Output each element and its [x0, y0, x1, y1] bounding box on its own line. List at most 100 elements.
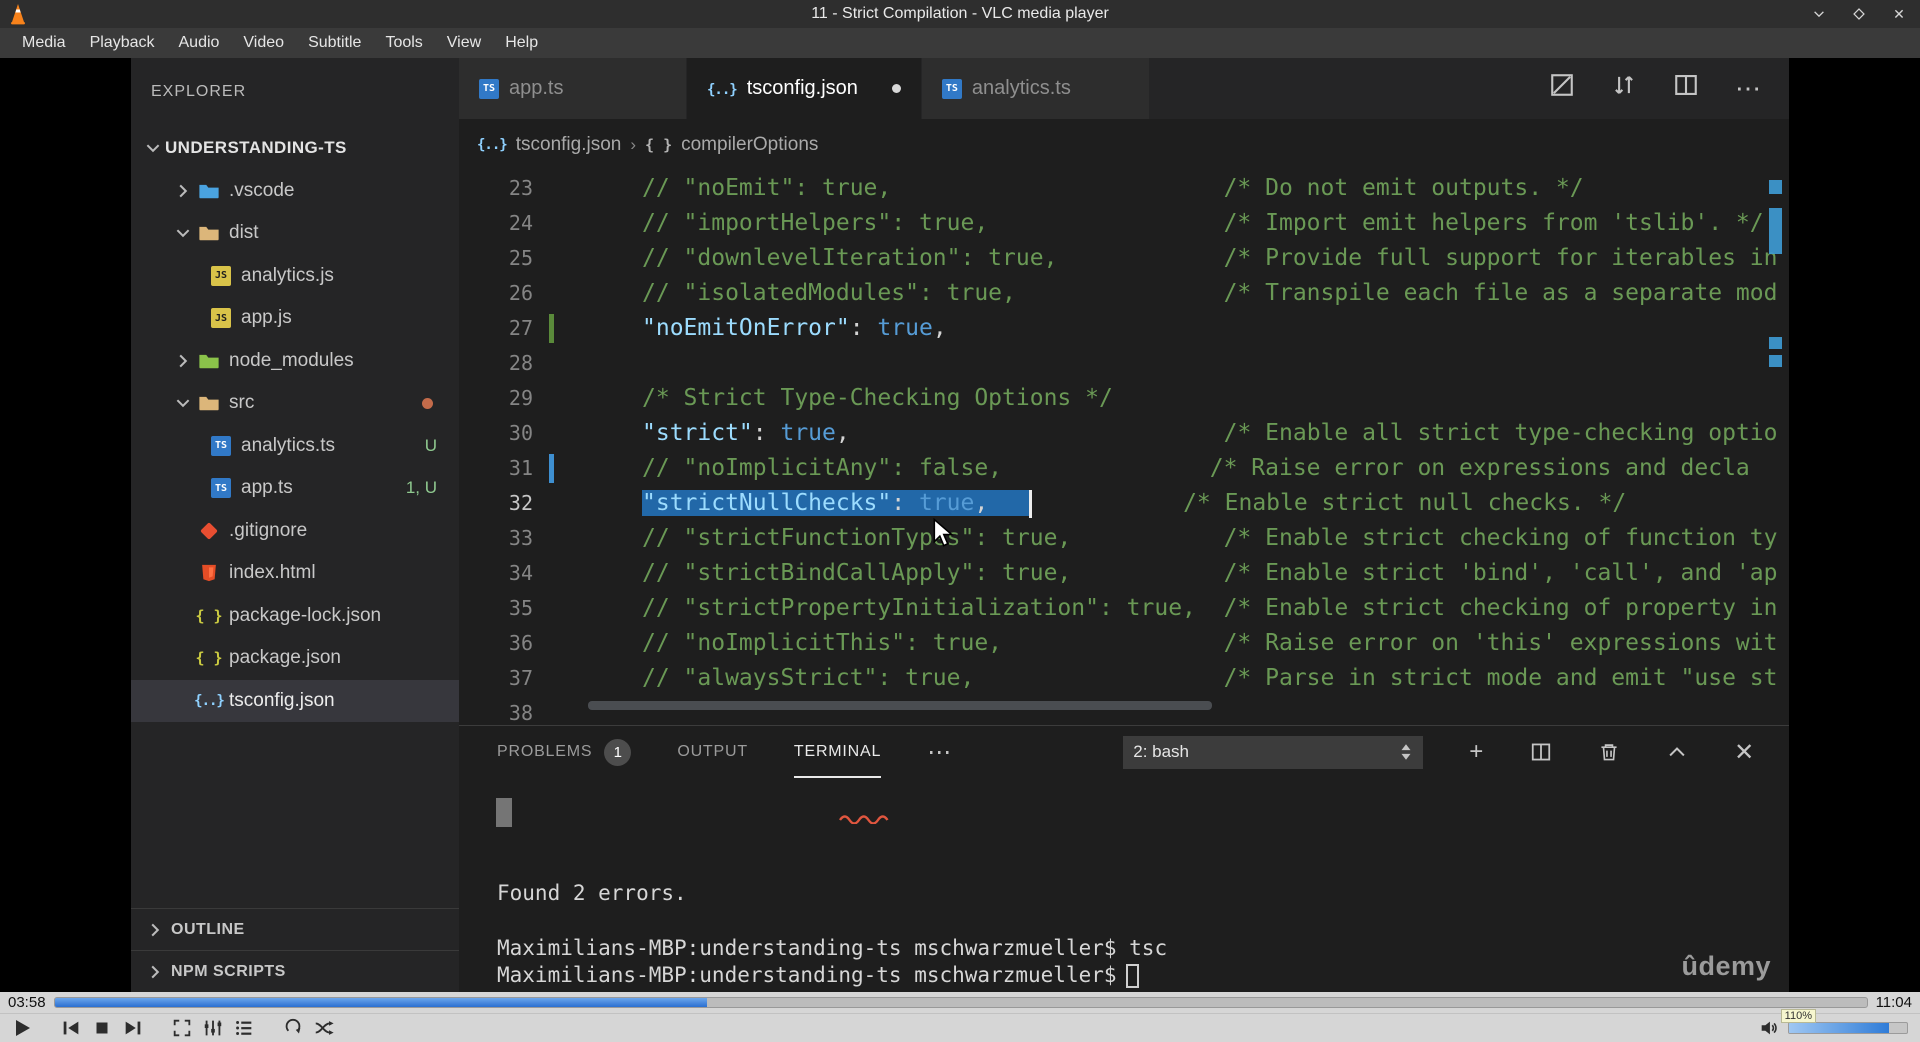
- split-editor-icon[interactable]: [1673, 72, 1699, 105]
- play-icon[interactable]: [8, 1015, 35, 1042]
- code-line[interactable]: 31 // "noImplicitAny": false, /* Raise er…: [459, 451, 1789, 486]
- code-line[interactable]: 26 // "isolatedModules": true, /* Transpi…: [459, 276, 1789, 311]
- panel-tab-problems[interactable]: PROBLEMS 1: [497, 726, 632, 778]
- more-actions-icon[interactable]: ⋯: [1735, 73, 1761, 104]
- select-arrows-icon: [1401, 744, 1411, 760]
- code-line[interactable]: 33 // "strictFunctionTypes": true, /* Ena…: [459, 521, 1789, 556]
- menu-item-view[interactable]: View: [435, 28, 493, 58]
- chevron-right-icon: [171, 352, 195, 370]
- breadcrumb[interactable]: {..} tsconfig.json › { } compilerOptions: [459, 119, 1789, 171]
- next-icon[interactable]: [119, 1015, 146, 1042]
- section-label: OUTLINE: [171, 920, 245, 938]
- maximize-icon[interactable]: [1850, 5, 1868, 23]
- split-terminal-icon[interactable]: [1530, 741, 1552, 763]
- tree-item-analytics-ts[interactable]: TS analytics.ts U: [131, 425, 459, 468]
- problems-count-badge: 1: [604, 738, 632, 766]
- tree-item-app-ts[interactable]: TS app.ts 1, U: [131, 467, 459, 510]
- tree-item-dist[interactable]: dist: [131, 212, 459, 255]
- horizontal-scrollbar[interactable]: [588, 701, 1212, 710]
- code-line[interactable]: 35 // "strictPropertyInitialization": tru…: [459, 591, 1789, 626]
- code-editor[interactable]: 23 // "noEmit": true, /* Do not emit outp…: [459, 171, 1789, 731]
- extended-settings-icon[interactable]: [199, 1015, 226, 1042]
- tree-item-app-js[interactable]: JS app.js: [131, 297, 459, 340]
- sidebar-section-outline[interactable]: OUTLINE: [131, 908, 459, 950]
- sidebar-section-npm-scripts[interactable]: NPM SCRIPTS: [131, 950, 459, 992]
- line-number: 25: [508, 246, 533, 270]
- code-line[interactable]: 34 // "strictBindCallApply": true, /* Ena…: [459, 556, 1789, 591]
- breadcrumb-symbol[interactable]: compilerOptions: [681, 134, 818, 156]
- gutter-decoration: [549, 314, 554, 343]
- menu-item-media[interactable]: Media: [10, 28, 78, 58]
- code-line[interactable]: 36 // "noImplicitThis": true, /* Raise er…: [459, 626, 1789, 661]
- close-panel-icon[interactable]: ✕: [1734, 738, 1755, 767]
- code-line[interactable]: 37 // "alwaysStrict": true, /* Parse in s…: [459, 661, 1789, 696]
- tree-item-src[interactable]: src: [131, 382, 459, 425]
- code-segment: // "noEmit": true, /* Do not emit output…: [642, 175, 1584, 201]
- random-icon[interactable]: [310, 1015, 337, 1042]
- menu-item-help[interactable]: Help: [493, 28, 550, 58]
- speaker-icon[interactable]: [1755, 1015, 1782, 1042]
- code-line[interactable]: 28: [459, 346, 1789, 381]
- previous-icon[interactable]: [57, 1015, 84, 1042]
- code-line[interactable]: 32 "strictNullChecks": true, /* Enable st…: [459, 486, 1789, 521]
- tree-item-tsconfig-json[interactable]: {..} tsconfig.json: [131, 679, 459, 722]
- code-line[interactable]: 23 // "noEmit": true, /* Do not emit outp…: [459, 171, 1789, 206]
- line-number: 30: [508, 421, 533, 445]
- tab-label: tsconfig.json: [746, 77, 858, 99]
- code-segment: // "strictFunctionTypes": true, /* Enabl…: [642, 525, 1778, 551]
- menu-item-video[interactable]: Video: [231, 28, 296, 58]
- panel-tab-terminal[interactable]: TERMINAL: [794, 726, 881, 778]
- editor-tab-analytics-ts[interactable]: TS analytics.ts: [921, 58, 1150, 119]
- code-line[interactable]: 25 // "downlevelIteration": true, /* Prov…: [459, 241, 1789, 276]
- overview-ruler[interactable]: [1760, 58, 1789, 725]
- code-segment: // "alwaysStrict": true, /* Parse in str…: [642, 665, 1778, 691]
- tree-item-node-modules[interactable]: node_modules: [131, 340, 459, 383]
- code-line[interactable]: 29 /* Strict Type-Checking Options */: [459, 381, 1789, 416]
- volume-slider[interactable]: [1788, 1022, 1908, 1034]
- code-text: /* Strict Type-Checking Options */: [642, 381, 1113, 416]
- line-number: 31: [508, 456, 533, 480]
- folder-icon: [195, 392, 223, 414]
- maximize-panel-icon[interactable]: [1666, 741, 1688, 763]
- open-changes-icon[interactable]: [1549, 72, 1575, 105]
- playlist-icon[interactable]: [230, 1015, 257, 1042]
- editor-group: TS app.ts {..} tsconfig.json TS analytics.ts …: [459, 58, 1789, 992]
- menu-item-playback[interactable]: Playback: [78, 28, 167, 58]
- menu-item-tools[interactable]: Tools: [373, 28, 434, 58]
- code-segment: [988, 490, 1030, 516]
- terminal[interactable]: Found 2 errors. Maximilians-MBP:understa…: [459, 778, 1789, 992]
- video-area[interactable]: EXPLORER UNDERSTANDING-TS .vscode dist JS an…: [0, 58, 1920, 992]
- minimize-icon[interactable]: [1810, 5, 1828, 23]
- tree-item-package-lock-json[interactable]: { } package-lock.json: [131, 595, 459, 638]
- stop-icon[interactable]: [88, 1015, 115, 1042]
- seek-slider[interactable]: [53, 997, 1868, 1008]
- code-text: "noEmitOnError": true,: [642, 311, 947, 346]
- terminal-select[interactable]: 2: bash: [1123, 735, 1424, 769]
- editor-tab-tsconfig-json[interactable]: {..} tsconfig.json: [687, 58, 922, 119]
- code-line[interactable]: 30 "strict": true, /* Enable all strict t…: [459, 416, 1789, 451]
- tree-item-package-json[interactable]: { } package.json: [131, 637, 459, 680]
- explorer-root-folder[interactable]: UNDERSTANDING-TS: [131, 127, 459, 170]
- file-tree: UNDERSTANDING-TS .vscode dist JS analytics.j…: [131, 127, 459, 722]
- loop-icon[interactable]: [279, 1015, 306, 1042]
- code-line[interactable]: 27 "noEmitOnError": true,: [459, 311, 1789, 346]
- panel-tab-output[interactable]: OUTPUT: [677, 726, 748, 778]
- panel-more-icon[interactable]: ⋯: [927, 738, 953, 767]
- tree-item-analytics-js[interactable]: JS analytics.js: [131, 255, 459, 298]
- source-control-arrows-icon[interactable]: [1611, 72, 1637, 105]
- tree-item--vscode[interactable]: .vscode: [131, 170, 459, 213]
- folder-icon: [195, 180, 223, 202]
- tree-item--gitignore[interactable]: .gitignore: [131, 510, 459, 553]
- menu-item-audio[interactable]: Audio: [167, 28, 232, 58]
- vscode-frame: EXPLORER UNDERSTANDING-TS .vscode dist JS an…: [131, 58, 1789, 992]
- code-line[interactable]: 24 // "importHelpers": true, /* Import em…: [459, 206, 1789, 241]
- tree-item-index-html[interactable]: index.html: [131, 552, 459, 595]
- close-icon[interactable]: ✕: [1890, 5, 1908, 23]
- breadcrumb-file[interactable]: tsconfig.json: [516, 134, 622, 156]
- editor-tab-app-ts[interactable]: TS app.ts: [459, 58, 687, 119]
- chevron-right-icon: [143, 921, 167, 939]
- fullscreen-icon[interactable]: [168, 1015, 195, 1042]
- kill-terminal-icon[interactable]: [1598, 741, 1620, 763]
- menu-item-subtitle[interactable]: Subtitle: [296, 28, 373, 58]
- add-terminal-icon[interactable]: +: [1469, 738, 1484, 766]
